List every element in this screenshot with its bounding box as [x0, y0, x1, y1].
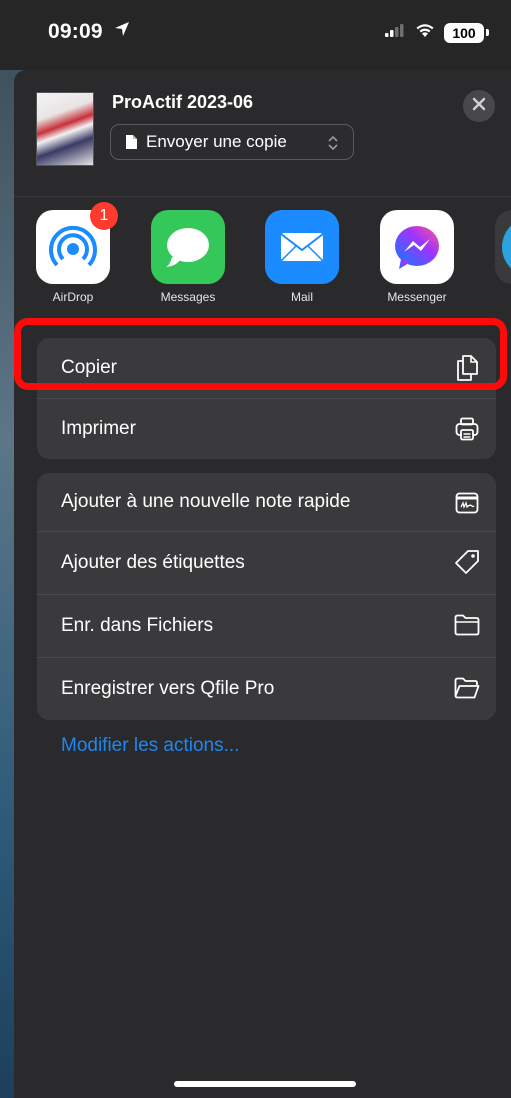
- status-icons: 100: [384, 22, 489, 43]
- tag-icon: [454, 549, 480, 575]
- copy-icon: [454, 355, 480, 381]
- app-mail[interactable]: Mail: [252, 210, 352, 304]
- share-sheet: ProActif 2023-06 Envoyer une copie 1 Air…: [14, 70, 511, 1098]
- send-mode-selector[interactable]: Envoyer une copie: [110, 124, 354, 160]
- battery-tip: [486, 29, 489, 36]
- app-airdrop[interactable]: 1 AirDrop: [23, 202, 123, 304]
- messages-icon: [151, 210, 225, 284]
- app-label: T: [482, 290, 511, 304]
- notification-badge: 1: [90, 202, 118, 230]
- close-button[interactable]: [463, 90, 495, 122]
- action-label: Imprimer: [61, 418, 136, 439]
- telegram-icon: [495, 210, 511, 284]
- app-label: Messenger: [387, 290, 447, 304]
- messenger-icon: [380, 210, 454, 284]
- share-sheet-header: ProActif 2023-06 Envoyer une copie: [14, 70, 511, 197]
- mail-icon: [265, 210, 339, 284]
- edit-actions-link[interactable]: Modifier les actions...: [61, 735, 239, 757]
- action-print[interactable]: Imprimer: [37, 398, 496, 459]
- document-thumbnail: [36, 92, 94, 166]
- close-icon: [472, 97, 486, 116]
- action-label: Enregistrer vers Qfile Pro: [61, 678, 275, 699]
- send-mode-label: Envoyer une copie: [146, 132, 287, 151]
- action-save-to-qfile[interactable]: Enregistrer vers Qfile Pro: [37, 657, 496, 720]
- app-messenger[interactable]: Messenger: [367, 210, 467, 304]
- battery-icon: 100: [444, 22, 484, 43]
- action-save-to-files[interactable]: Enr. dans Fichiers: [37, 594, 496, 657]
- share-app-row: 1 AirDrop Messages Mail Messenger: [14, 196, 511, 314]
- app-label: AirDrop: [52, 290, 94, 304]
- time-text: 09:09: [48, 20, 103, 43]
- document-title: ProActif 2023-06: [112, 92, 254, 112]
- app-label: Mail: [290, 290, 313, 304]
- action-label: Copier: [61, 357, 117, 378]
- home-indicator[interactable]: [174, 1081, 356, 1087]
- wifi-icon: [414, 22, 436, 43]
- status-time: 09:09: [48, 20, 131, 44]
- airdrop-icon: 1: [36, 202, 118, 284]
- action-group-secondary: Ajouter à une nouvelle note rapide Ajout…: [37, 473, 496, 720]
- screen: 09:09 100 ProActif 2023-06 Envoyer une c…: [0, 0, 511, 1098]
- action-add-tags[interactable]: Ajouter des étiquettes: [37, 531, 496, 594]
- action-copy[interactable]: Copier: [37, 338, 496, 398]
- location-arrow-icon: [113, 20, 131, 44]
- signal-icon: [384, 22, 406, 43]
- action-label: Ajouter des étiquettes: [61, 552, 245, 573]
- app-messages[interactable]: Messages: [138, 210, 238, 304]
- folder-open-icon: [454, 675, 480, 701]
- action-group-primary: Copier Imprimer: [37, 338, 496, 459]
- quick-note-icon: [454, 490, 480, 516]
- folder-icon: [454, 612, 480, 638]
- chevron-up-down-icon: [327, 134, 339, 152]
- app-label: Messages: [160, 290, 216, 304]
- document-icon: [125, 134, 138, 150]
- action-label: Ajouter à une nouvelle note rapide: [61, 491, 351, 512]
- action-quick-note[interactable]: Ajouter à une nouvelle note rapide: [37, 473, 496, 531]
- status-bar: 09:09 100: [0, 0, 511, 70]
- print-icon: [454, 416, 480, 442]
- action-label: Enr. dans Fichiers: [61, 615, 214, 636]
- app-telegram[interactable]: T: [482, 210, 511, 304]
